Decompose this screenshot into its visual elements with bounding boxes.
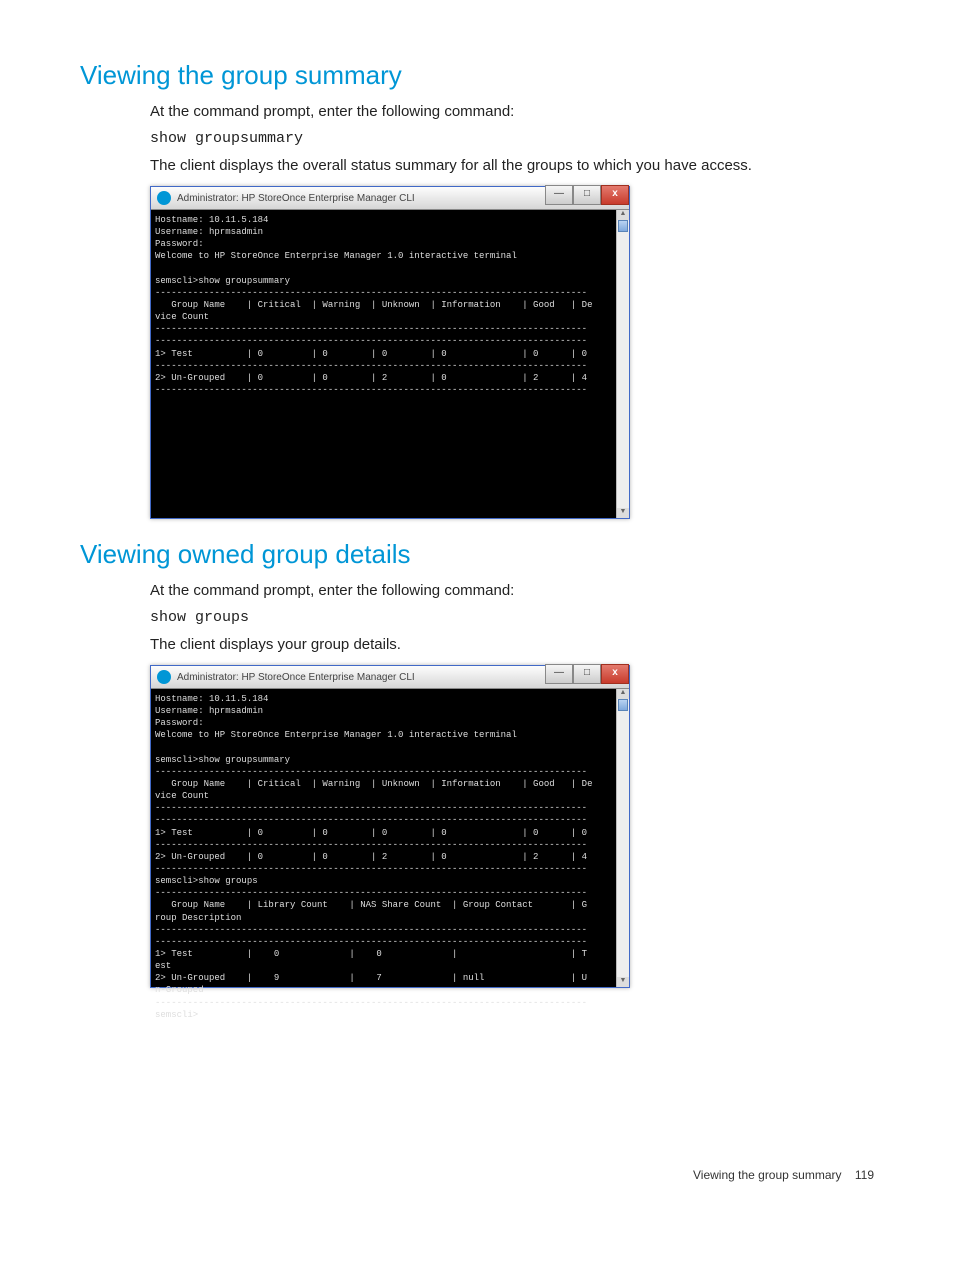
section1-command: show groupsummary — [150, 130, 874, 147]
section1-title: Viewing the group summary — [80, 60, 874, 91]
terminal-titlebar[interactable]: Administrator: HP StoreOnce Enterprise M… — [151, 666, 629, 689]
section1-intro: At the command prompt, enter the followi… — [150, 101, 874, 122]
terminal-output: Hostname: 10.11.5.184 Username: hprmsadm… — [155, 214, 615, 396]
section1-result: The client displays the overall status s… — [150, 155, 874, 176]
window-buttons: — □ x — [545, 185, 629, 205]
scrollbar[interactable]: ▲ ▼ — [616, 689, 629, 987]
terminal-output: Hostname: 10.11.5.184 Username: hprmsadm… — [155, 693, 615, 1021]
maximize-button[interactable]: □ — [573, 185, 601, 205]
window-buttons: — □ x — [545, 664, 629, 684]
scrollbar[interactable]: ▲ ▼ — [616, 210, 629, 518]
scroll-up-icon[interactable]: ▲ — [617, 210, 629, 220]
section2-intro: At the command prompt, enter the followi… — [150, 580, 874, 601]
hp-logo-icon — [157, 670, 171, 684]
terminal-body[interactable]: Hostname: 10.11.5.184 Username: hprmsadm… — [151, 689, 629, 987]
scroll-down-icon[interactable]: ▼ — [617, 977, 629, 987]
footer-label: Viewing the group summary — [693, 1168, 842, 1182]
terminal-title: Administrator: HP StoreOnce Enterprise M… — [177, 193, 415, 204]
scroll-down-icon[interactable]: ▼ — [617, 508, 629, 518]
scroll-thumb[interactable] — [618, 699, 628, 711]
terminal-titlebar[interactable]: Administrator: HP StoreOnce Enterprise M… — [151, 187, 629, 210]
footer-page: 119 — [855, 1168, 874, 1182]
scroll-thumb[interactable] — [618, 220, 628, 232]
terminal-title: Administrator: HP StoreOnce Enterprise M… — [177, 672, 415, 683]
section2-result: The client displays your group details. — [150, 634, 874, 655]
minimize-button[interactable]: — — [545, 185, 573, 205]
hp-logo-icon — [157, 191, 171, 205]
close-button[interactable]: x — [601, 664, 629, 684]
section2-command: show groups — [150, 609, 874, 626]
terminal-window-2: Administrator: HP StoreOnce Enterprise M… — [150, 665, 630, 988]
terminal-window-1: Administrator: HP StoreOnce Enterprise M… — [150, 186, 630, 519]
maximize-button[interactable]: □ — [573, 664, 601, 684]
minimize-button[interactable]: — — [545, 664, 573, 684]
page-footer: Viewing the group summary 119 — [80, 1168, 874, 1182]
close-button[interactable]: x — [601, 185, 629, 205]
section2-title: Viewing owned group details — [80, 539, 874, 570]
scroll-up-icon[interactable]: ▲ — [617, 689, 629, 699]
terminal-body[interactable]: Hostname: 10.11.5.184 Username: hprmsadm… — [151, 210, 629, 518]
